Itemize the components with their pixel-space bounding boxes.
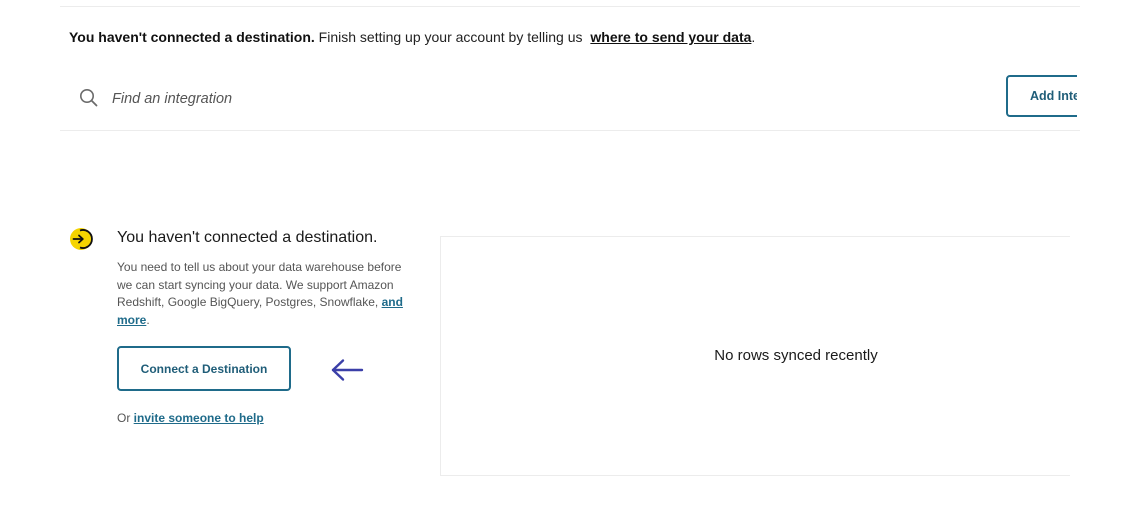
empty-state-description: You need to tell us about your data ware…: [117, 259, 417, 329]
empty-state-description-text: You need to tell us about your data ware…: [117, 260, 402, 309]
sync-status-panel: No rows synced recently: [440, 236, 1130, 476]
search-bar: Add Inte: [60, 72, 1080, 131]
banner-suffix: .: [751, 29, 756, 45]
arrow-left-icon: [329, 357, 365, 383]
top-divider: [60, 6, 1080, 7]
help-prefix: Or: [117, 411, 134, 425]
help-line: Or invite someone to help: [117, 411, 264, 425]
setup-banner: You haven't connected a destination. Fin…: [69, 28, 755, 46]
sign-in-arrow-icon: [68, 226, 94, 252]
connect-destination-button[interactable]: Connect a Destination: [117, 346, 291, 391]
add-integration-button[interactable]: Add Inte: [1006, 75, 1077, 117]
invite-someone-link[interactable]: invite someone to help: [134, 411, 264, 425]
sync-empty-message: No rows synced recently: [714, 347, 878, 364]
send-data-link[interactable]: where to send your data: [590, 29, 751, 45]
search-input[interactable]: [110, 86, 714, 112]
banner-bold-text: You haven't connected a destination.: [69, 29, 315, 45]
empty-state-description-suffix: .: [146, 312, 150, 327]
banner-text: Finish setting up your account by tellin…: [314, 29, 587, 45]
empty-state-title: You haven't connected a destination.: [117, 229, 378, 246]
panel-right-edge: [1070, 236, 1130, 476]
add-integration-clip: Add Inte: [1006, 75, 1077, 121]
search-icon: [79, 88, 99, 108]
